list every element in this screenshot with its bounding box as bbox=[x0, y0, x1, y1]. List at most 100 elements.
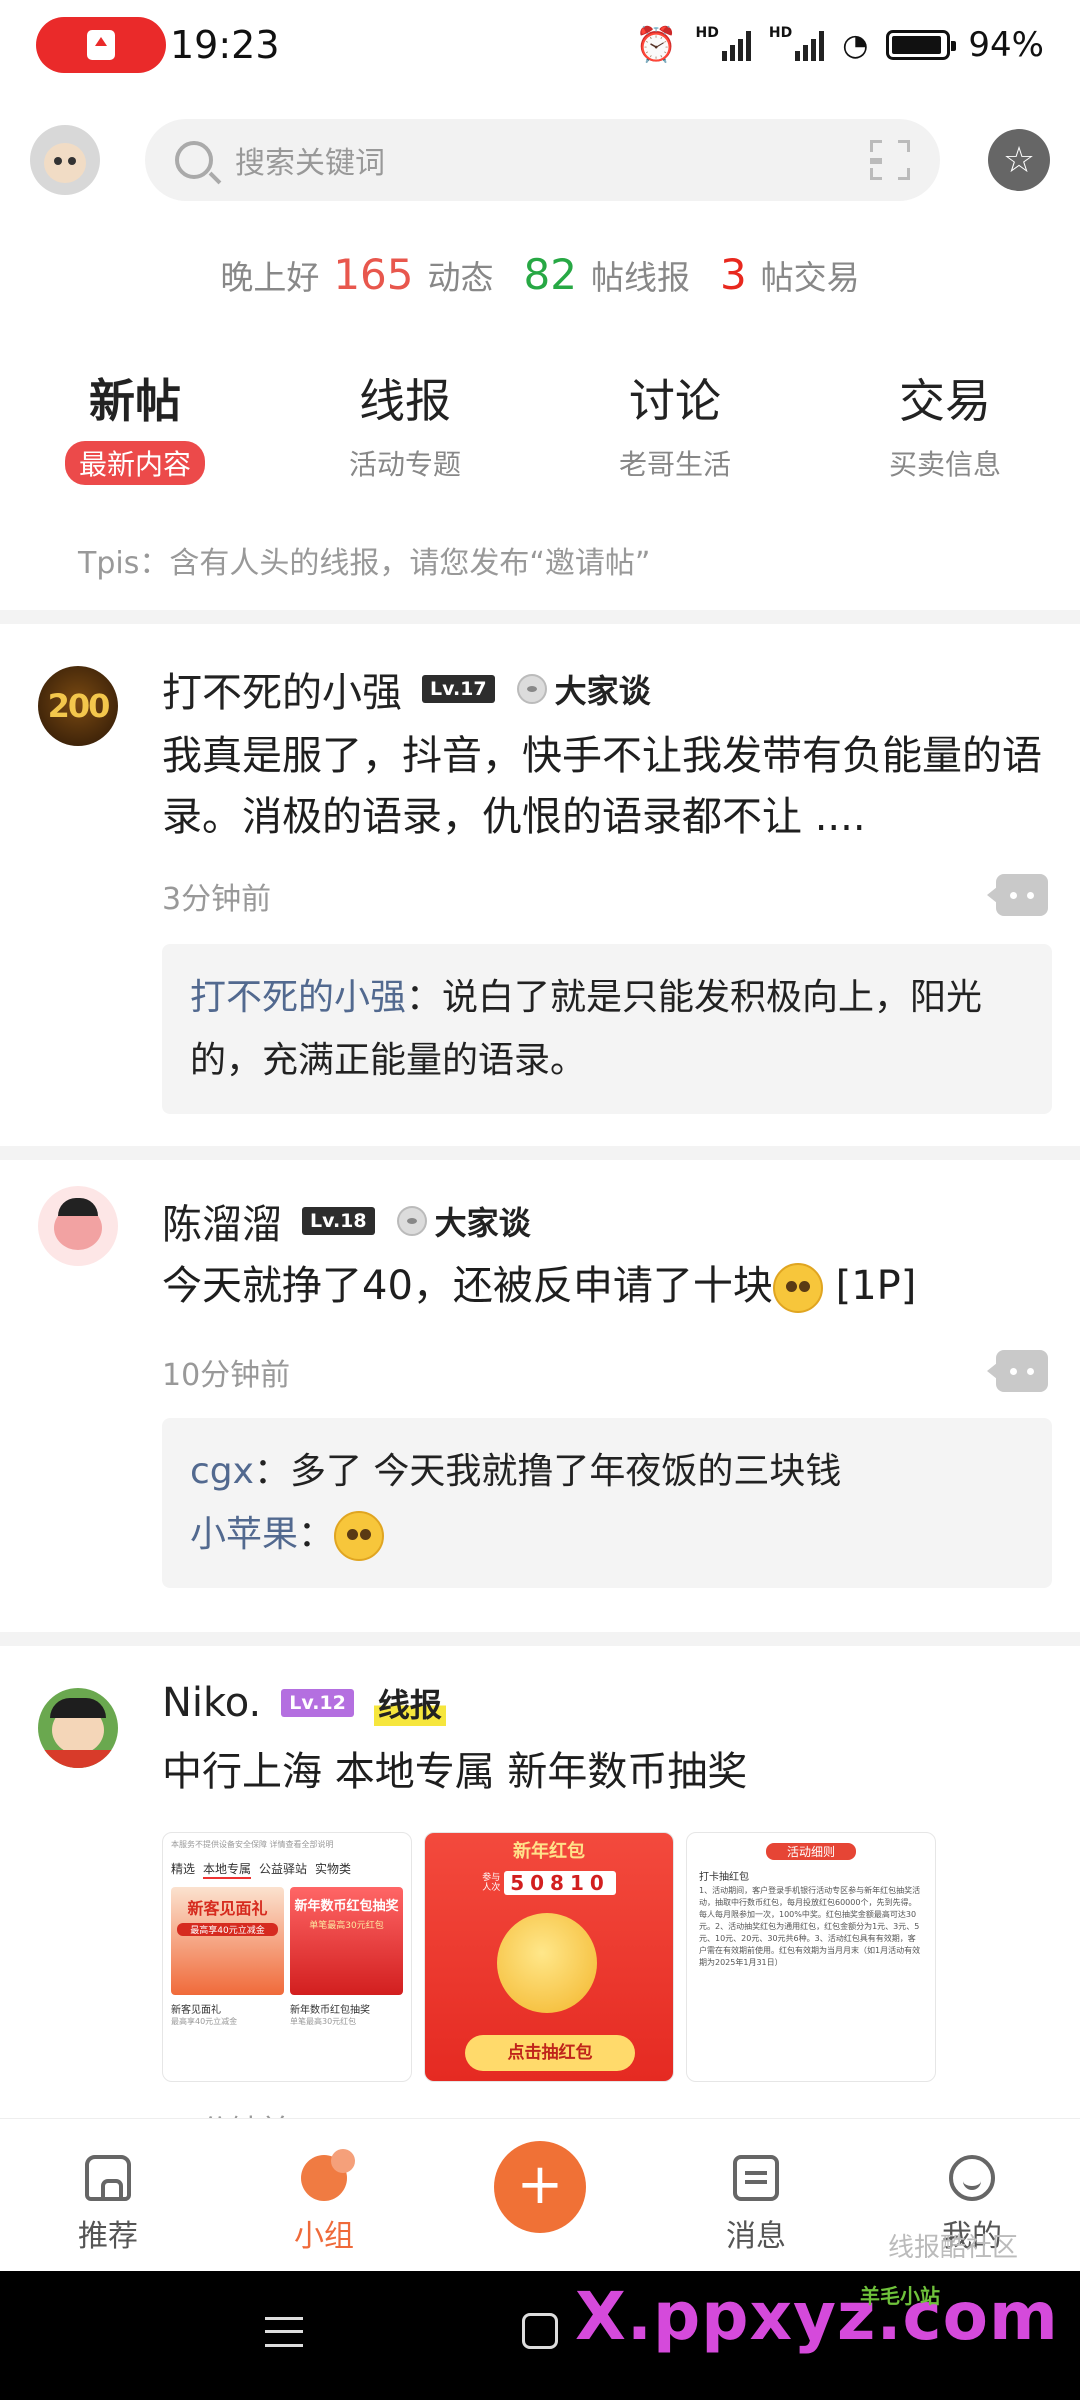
greeting-stats: 晚上好 165 动态 82 帖线报 3 帖交易 bbox=[0, 250, 1080, 299]
nav-label: 消息 bbox=[726, 2219, 786, 2254]
xianbao-label: 帖线报 bbox=[590, 258, 690, 297]
author-name[interactable]: Niko. bbox=[162, 1680, 261, 1726]
post-item[interactable]: 200 打不死的小强 Lv.17 大家谈 我真是服了，抖音，快手不让我发带有负能… bbox=[0, 624, 1080, 1144]
image-card-sub: 单笔最高30元红包 bbox=[309, 1921, 384, 1931]
post-item[interactable]: Niko. Lv.12 线报 中行上海 本地专属 新年数币抽奖 本服务不提供设备… bbox=[0, 1646, 1080, 2149]
record-icon bbox=[87, 30, 115, 60]
tab-subtitle: 买卖信息 bbox=[888, 448, 1001, 481]
comment-icon[interactable] bbox=[987, 874, 1048, 916]
trade-label: 帖交易 bbox=[760, 258, 860, 297]
image-counter-label: 参与人次 bbox=[482, 1873, 501, 1893]
nav-messages[interactable]: 消息 bbox=[648, 2119, 864, 2271]
search-icon bbox=[175, 141, 213, 179]
reply-username[interactable]: 小苹果 bbox=[190, 1514, 298, 1555]
image-header-text: 本服务不提供设备安全保障 详情查看全部说明 bbox=[171, 1840, 334, 1849]
image-tab: 实物类 bbox=[315, 1862, 352, 1876]
avatar-badge-text: 200 bbox=[47, 687, 111, 725]
tab-title: 交易 bbox=[899, 374, 991, 428]
star-icon: ☆ bbox=[1002, 139, 1036, 181]
wifi-icon: ◔ bbox=[842, 27, 869, 63]
search-input[interactable]: 搜索关键词 bbox=[145, 119, 940, 201]
nav-group[interactable]: 小组 bbox=[216, 2119, 432, 2271]
section-divider bbox=[0, 1632, 1080, 1646]
author-avatar[interactable] bbox=[38, 1186, 118, 1266]
post-time: 10分钟前 bbox=[162, 1358, 291, 1393]
image-card-title: 新年数币红包抽奖 bbox=[294, 1899, 399, 1914]
greeting-text: 晚上好 bbox=[220, 258, 320, 297]
reply-text: ： bbox=[298, 1514, 335, 1555]
image-card-title: 新客见面礼 bbox=[187, 1899, 268, 1918]
nav-label: 推荐 bbox=[78, 2219, 138, 2254]
image-heading: 打卡抽红包 bbox=[699, 1872, 749, 1883]
level-badge: Lv.12 bbox=[281, 1689, 354, 1717]
post-image[interactable]: 本服务不提供设备安全保障 详情查看全部说明 精选 本地专属 公益驿站 实物类 新… bbox=[162, 1832, 412, 2082]
home-icon bbox=[85, 2155, 131, 2201]
image-body: 1、活动期间，客户登录手机银行活动专区参与新年红包抽奖活动，抽取中行数币红包，每… bbox=[699, 1886, 921, 1967]
nav-label: 小组 bbox=[294, 2219, 354, 2254]
tab-subtitle: 活动专题 bbox=[348, 448, 461, 481]
xianbao-count: 82 bbox=[523, 250, 577, 299]
reply-username[interactable]: 打不死的小强 bbox=[190, 977, 406, 1018]
post-time: 3分钟前 bbox=[162, 882, 272, 917]
status-time: 19:23 bbox=[170, 23, 280, 67]
image-gallery: 本服务不提供设备安全保障 详情查看全部说明 精选 本地专属 公益驿站 实物类 新… bbox=[162, 1832, 942, 2082]
reply-preview[interactable]: cgx：多了 今天我就撸了年夜饭的三块钱 小苹果： bbox=[162, 1418, 1052, 1588]
tab-title: 新帖 bbox=[89, 374, 181, 428]
topic-icon bbox=[516, 674, 547, 704]
nav-add[interactable]: + bbox=[432, 2119, 648, 2271]
post-content[interactable]: 今天就挣了40，还被反申请了十块 [1P] bbox=[162, 1256, 1062, 1317]
tab-xianbao[interactable]: 线报 活动专题 bbox=[270, 365, 540, 485]
battery-percent: 94% bbox=[968, 25, 1044, 65]
author-avatar[interactable] bbox=[38, 1688, 118, 1768]
post-image[interactable]: 新年红包 参与人次 50810 点击抽红包 bbox=[424, 1832, 674, 2082]
topic-label[interactable]: 大家谈 bbox=[435, 1198, 531, 1244]
topic-label[interactable]: 线报 bbox=[373, 1680, 446, 1726]
search-placeholder: 搜索关键词 bbox=[235, 146, 385, 181]
trade-count: 3 bbox=[719, 250, 747, 299]
post-item[interactable]: 陈溜溜 Lv.18 大家谈 今天就挣了40，还被反申请了十块 [1P] 10分钟… bbox=[0, 1160, 1080, 1620]
topic-icon bbox=[396, 1206, 427, 1236]
image-count: [1P] bbox=[822, 1263, 917, 1309]
comment-icon[interactable] bbox=[987, 1350, 1048, 1392]
screen-record-indicator[interactable] bbox=[36, 17, 166, 73]
user-avatar[interactable] bbox=[30, 125, 100, 195]
tab-new-posts[interactable]: 新帖 最新内容 bbox=[0, 365, 270, 485]
tab-title: 线报 bbox=[359, 374, 451, 428]
scan-icon[interactable] bbox=[870, 140, 910, 180]
dynamic-label: 动态 bbox=[427, 258, 494, 297]
tab-discussion[interactable]: 讨论 老哥生活 bbox=[540, 365, 810, 485]
tab-subtitle: 老哥生活 bbox=[618, 448, 731, 481]
author-avatar[interactable]: 200 bbox=[38, 666, 118, 746]
add-icon[interactable]: + bbox=[494, 2141, 586, 2233]
sweat-smile-emoji-icon bbox=[334, 1511, 385, 1561]
image-tab: 本地专属 bbox=[203, 1860, 252, 1879]
post-image[interactable]: 活动细则 打卡抽红包 1、活动期间，客户登录手机银行活动专区参与新年红包抽奖活动… bbox=[686, 1832, 936, 2082]
tab-trade[interactable]: 交易 买卖信息 bbox=[810, 365, 1080, 485]
author-name[interactable]: 打不死的小强 bbox=[162, 660, 402, 718]
dynamic-count: 165 bbox=[333, 250, 414, 299]
alarm-icon: ⏰ bbox=[635, 25, 678, 65]
tab-title: 讨论 bbox=[629, 374, 721, 428]
reply-preview[interactable]: 打不死的小强：说白了就是只能发积极向上，阳光的，充满正能量的语录。 bbox=[162, 944, 1052, 1114]
menu-icon[interactable] bbox=[265, 2317, 303, 2347]
level-badge: Lv.18 bbox=[302, 1207, 375, 1235]
category-tabs: 新帖 最新内容 线报 活动专题 讨论 老哥生活 交易 买卖信息 bbox=[0, 365, 1080, 485]
nav-recommend[interactable]: 推荐 bbox=[0, 2119, 216, 2271]
battery-icon bbox=[886, 30, 957, 60]
post-content[interactable]: 中行上海 本地专属 新年数币抽奖 bbox=[162, 1742, 1062, 1803]
image-button: 点击抽红包 bbox=[465, 2035, 635, 2071]
author-name[interactable]: 陈溜溜 bbox=[162, 1192, 282, 1250]
image-counter: 50810 bbox=[504, 1871, 616, 1895]
post-content[interactable]: 我真是服了，抖音，快手不让我发带有负能量的语录。消极的语录，仇恨的语录都不让 .… bbox=[162, 726, 1062, 848]
image-caption: 新年数币红包抽奖 bbox=[290, 2005, 370, 2016]
image-title: 活动细则 bbox=[766, 1843, 856, 1860]
topic-label[interactable]: 大家谈 bbox=[555, 666, 651, 712]
reply-username[interactable]: cgx bbox=[190, 1451, 254, 1492]
home-button-icon[interactable] bbox=[522, 2313, 558, 2349]
image-caption-sub: 单笔最高30元红包 bbox=[290, 2017, 357, 2026]
message-icon bbox=[733, 2155, 779, 2201]
favorite-star-button[interactable]: ☆ bbox=[988, 129, 1050, 191]
image-caption: 新客见面礼 bbox=[171, 2005, 221, 2016]
post-content-text: 今天就挣了40，还被反申请了十块 bbox=[162, 1263, 773, 1309]
mascot-icon bbox=[497, 1913, 597, 2013]
